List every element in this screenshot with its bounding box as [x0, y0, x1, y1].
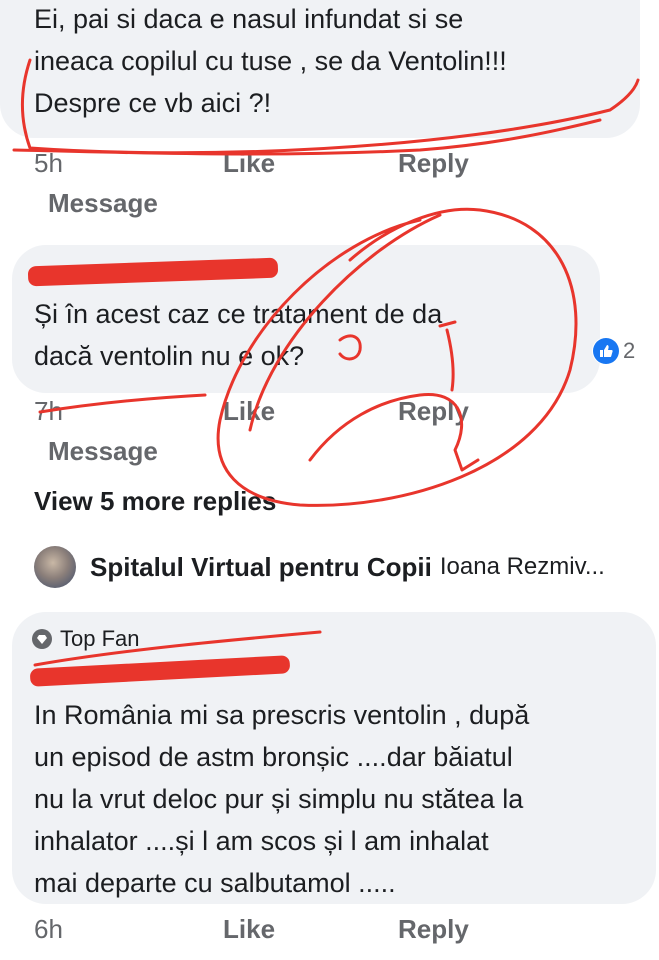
comment-actions-2: 7h Like Reply Message	[0, 396, 659, 476]
comment-time-3[interactable]: 6h	[34, 914, 63, 945]
view-more-replies-link[interactable]: View 5 more replies	[34, 486, 276, 517]
message-button-1[interactable]: Message	[48, 188, 158, 219]
top-fan-label: Top Fan	[60, 626, 140, 651]
comment-time-2[interactable]: 7h	[34, 396, 63, 427]
reply-button-2[interactable]: Reply	[398, 396, 469, 427]
like-button-3[interactable]: Like	[223, 914, 275, 945]
like-button-2[interactable]: Like	[223, 396, 275, 427]
thumbs-up-icon	[593, 338, 619, 364]
page-reply-preview: Ioana Rezmiv...	[439, 553, 605, 580]
comment-actions-1: 5h Like Reply Message	[0, 148, 659, 228]
comment-actions-3: 6h Like Reply	[0, 914, 659, 954]
reaction-summary-2[interactable]: 2	[592, 337, 640, 365]
diamond-icon	[32, 629, 52, 649]
page-reply-row[interactable]: Spitalul Virtual pentru Copii Ioana Rezm…	[34, 544, 654, 590]
avatar	[34, 546, 76, 588]
reaction-count-2: 2	[623, 338, 636, 363]
comment-text-2: Și în acest caz ce tratament de da dacă …	[34, 299, 443, 371]
comment-time-1[interactable]: 5h	[34, 148, 63, 179]
comment-text-3: In România mi sa prescris ventolin , dup…	[34, 700, 530, 898]
top-fan-badge: Top Fan	[32, 626, 140, 652]
comment-text-1: Ei, pai si daca e nasul infundat si se i…	[34, 4, 507, 118]
comment-bubble-1: Ei, pai si daca e nasul infundat si se i…	[0, 0, 640, 138]
message-button-2[interactable]: Message	[48, 436, 158, 467]
reply-button-3[interactable]: Reply	[398, 914, 469, 945]
comment-bubble-3: Top Fan In România mi sa prescris ventol…	[12, 612, 656, 904]
reply-button-1[interactable]: Reply	[398, 148, 469, 179]
page-reply-author: Spitalul Virtual pentru Copii	[90, 551, 432, 582]
like-button-1[interactable]: Like	[223, 148, 275, 179]
